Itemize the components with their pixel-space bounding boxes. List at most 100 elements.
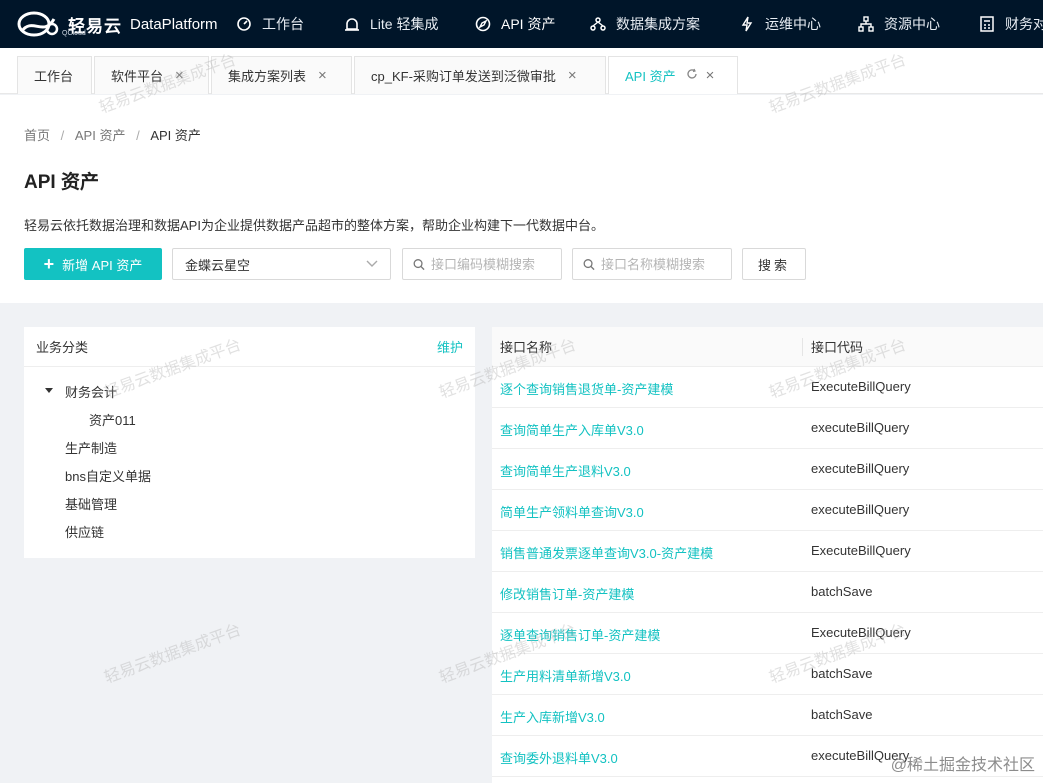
nav-label: 数据集成方案 (616, 16, 700, 32)
breadcrumb: 首页 / API 资产 / API 资产 (24, 125, 201, 144)
brand-logo[interactable]: 轻易云 QCloud DataPlatform (14, 7, 220, 41)
tab-label: 工作台 (34, 69, 74, 84)
add-button-label: 新增 API 资产 (62, 257, 143, 273)
close-icon[interactable]: × (706, 67, 715, 84)
nav-label: Lite 轻集成 (370, 16, 439, 32)
category-title: 业务分类 (36, 340, 89, 355)
refresh-icon[interactable] (686, 68, 698, 83)
api-name-link[interactable]: 简单生产领料单查询V3.0 (500, 502, 644, 521)
nav-item-ops[interactable]: 运维中心 (739, 0, 858, 48)
platform-select[interactable]: 金蝶云星空 (172, 248, 391, 280)
tab-label: 软件平台 (111, 69, 164, 84)
tree-node-base[interactable]: 基础管理 (65, 494, 117, 513)
lightning-icon (741, 16, 753, 32)
alarm-icon (345, 18, 359, 31)
category-panel-header: 业务分类 维护 (24, 327, 475, 367)
api-code: ExecuteBillQuery (811, 379, 911, 394)
category-panel: 业务分类 维护 财务会计 资产011 生产制造 bns自定义单据 基础管理 供应… (24, 327, 475, 558)
chevron-down-icon (366, 260, 378, 267)
compass-icon (475, 16, 491, 32)
name-search-field[interactable] (572, 248, 732, 280)
table-row: 生产用料清单新增V3.0 batchSave (492, 654, 1043, 695)
dashboard-icon (237, 17, 251, 31)
code-search-input[interactable] (431, 256, 551, 272)
breadcrumb-current: API 资产 (150, 128, 201, 143)
nav-label: 资源中心 (884, 16, 940, 32)
api-name-link[interactable]: 生产入库新增V3.0 (500, 707, 605, 726)
watermark-text: 轻易云数据集成平台 (102, 621, 244, 687)
close-icon[interactable]: × (175, 67, 184, 84)
add-api-asset-button[interactable]: + 新增 API 资产 (24, 248, 162, 280)
nav-label: 工作台 (262, 16, 304, 32)
caret-down-icon[interactable] (45, 388, 53, 393)
breadcrumb-home[interactable]: 首页 (24, 128, 50, 143)
tab-integration-list[interactable]: 集成方案列表 × (211, 56, 352, 94)
nav-item-integration[interactable]: 数据集成方案 (590, 0, 739, 48)
api-code: batchSave (811, 666, 873, 681)
plus-icon: + (43, 253, 55, 274)
main-nav: 工作台 Lite 轻集成 API 资产 数据集成方案 运维中心 资源中心 财务对 (236, 0, 1043, 48)
api-name-link[interactable]: 查询简单生产退料V3.0 (500, 461, 631, 480)
page-header: 首页 / API 资产 / API 资产 API 资产 轻易云依托数据治理和数据… (0, 95, 1043, 303)
search-button[interactable]: 搜索 (742, 248, 806, 280)
breadcrumb-mid[interactable]: API 资产 (75, 128, 126, 143)
table-row: 生产入库新增V3.0 batchSave (492, 695, 1043, 736)
nav-item-lite[interactable]: Lite 轻集成 (344, 0, 475, 48)
api-code: batchSave (811, 707, 873, 722)
breadcrumb-separator: / (60, 128, 65, 143)
platform-name: DataPlatform (130, 15, 218, 33)
table-row: 简单生产领料单查询V3.0 executeBillQuery (492, 490, 1043, 531)
maintain-link[interactable]: 维护 (437, 337, 463, 356)
api-name-link[interactable]: 查询委外退料单V3.0 (500, 748, 618, 767)
nav-item-api-assets[interactable]: API 资产 (475, 0, 590, 48)
tab-workbench[interactable]: 工作台 (17, 56, 92, 94)
page-title: API 资产 (24, 172, 99, 193)
apartment-icon (858, 16, 874, 32)
name-search-input[interactable] (601, 256, 721, 272)
nav-label: 财务对 (1005, 16, 1043, 32)
corner-watermark: @稀土掘金技术社区 (890, 757, 1035, 774)
table-row: 查询简单生产退料V3.0 executeBillQuery (492, 449, 1043, 490)
api-name-link[interactable]: 逐单查询销售订单-资产建模 (500, 625, 660, 644)
tree-node-bns[interactable]: bns自定义单据 (65, 466, 151, 485)
tab-bar: 工作台 软件平台 × 集成方案列表 × cp_KF-采购订单发送到泛微审批 × … (0, 48, 1043, 94)
api-name-link[interactable]: 销售普通发票逐单查询V3.0-资产建模 (500, 543, 713, 562)
code-search-field[interactable] (402, 248, 562, 280)
tab-label: API 资产 (625, 69, 676, 84)
nav-item-resources[interactable]: 资源中心 (858, 0, 979, 48)
search-icon (583, 258, 595, 270)
calculator-icon (980, 16, 994, 32)
tree-node-production[interactable]: 生产制造 (65, 438, 117, 457)
nav-label: API 资产 (501, 16, 556, 32)
api-code: ExecuteBillQuery (811, 543, 911, 558)
nav-item-workbench[interactable]: 工作台 (236, 0, 344, 48)
column-header-name[interactable]: 接口名称 (500, 337, 552, 356)
column-header-code[interactable]: 接口代码 (811, 337, 863, 356)
platform-select-value: 金蝶云星空 (185, 257, 251, 273)
api-code: executeBillQuery (811, 461, 910, 476)
tree-node-supply[interactable]: 供应链 (65, 522, 104, 541)
tree-node-asset011[interactable]: 资产011 (89, 410, 136, 429)
close-icon[interactable]: × (318, 67, 327, 84)
table-row: 修改销售订单-资产建模 batchSave (492, 572, 1043, 613)
nav-label: 运维中心 (765, 16, 821, 32)
tree-node-finance[interactable]: 财务会计 (65, 382, 117, 401)
api-code: ExecuteBillQuery (811, 625, 911, 640)
tab-cp-kf[interactable]: cp_KF-采购订单发送到泛微审批 × (354, 56, 606, 94)
table-row: 查询简单生产入库单V3.0 executeBillQuery (492, 408, 1043, 449)
page-description: 轻易云依托数据治理和数据API为企业提供数据产品超市的整体方案，帮助企业构建下一… (24, 218, 604, 233)
tab-software-platform[interactable]: 软件平台 × (94, 56, 209, 94)
column-divider (802, 338, 803, 356)
close-icon[interactable]: × (568, 67, 577, 84)
table-row: 销售普通发票逐单查询V3.0-资产建模 ExecuteBillQuery (492, 531, 1043, 572)
brand-sub: QCloud (62, 30, 86, 37)
tab-label: 集成方案列表 (228, 69, 307, 84)
api-name-link[interactable]: 查询简单生产入库单V3.0 (500, 420, 644, 439)
api-name-link[interactable]: 生产用料清单新增V3.0 (500, 666, 631, 685)
table-row: 逐个查询销售退货单-资产建模 ExecuteBillQuery (492, 367, 1043, 408)
nav-item-finance[interactable]: 财务对 (979, 0, 1043, 48)
table-row: 逐单查询销售订单-资产建模 ExecuteBillQuery (492, 613, 1043, 654)
api-name-link[interactable]: 修改销售订单-资产建模 (500, 584, 634, 603)
api-name-link[interactable]: 逐个查询销售退货单-资产建模 (500, 379, 673, 398)
tab-api-assets[interactable]: API 资产 × (608, 56, 738, 94)
